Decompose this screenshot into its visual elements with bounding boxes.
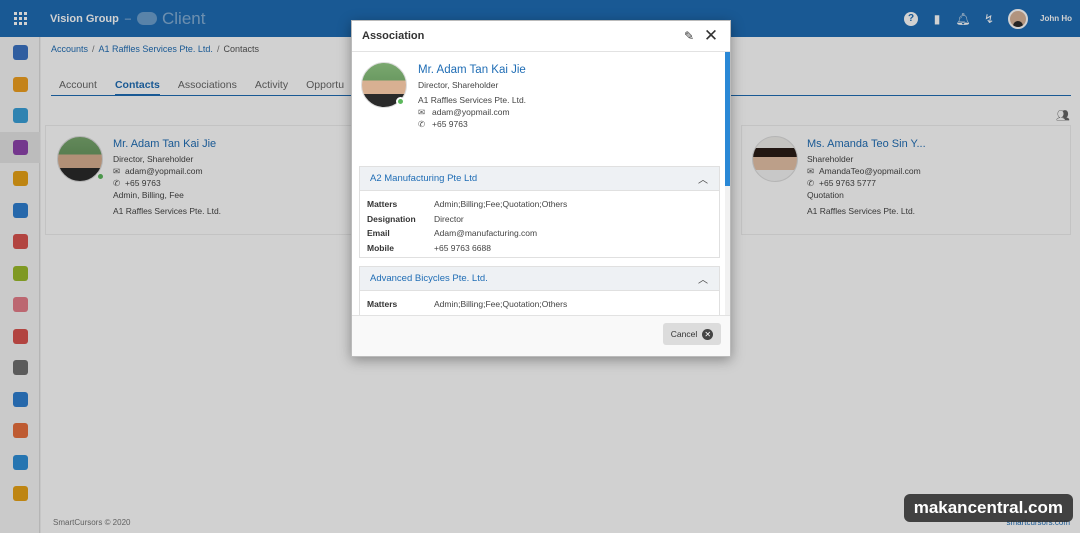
online-status-dot bbox=[396, 97, 405, 106]
association-section: Advanced Bicycles Pte. Ltd. ︿ Matters Adm… bbox=[359, 266, 720, 316]
association-dialog: Association ✎ ✕ Mr. Adam Tan Kai Jie Dir… bbox=[351, 20, 731, 357]
chevron-up-icon[interactable]: ︿ bbox=[697, 273, 709, 286]
email-icon: ✉ bbox=[418, 107, 426, 117]
cancel-label: Cancel bbox=[670, 329, 698, 339]
phone-icon: ✆ bbox=[418, 119, 426, 129]
contact-email-line: ✉ adam@yopmail.com bbox=[418, 107, 510, 118]
cancel-button[interactable]: Cancel ✕ bbox=[663, 323, 721, 345]
section-title[interactable]: A2 Manufacturing Pte Ltd bbox=[370, 173, 697, 184]
detail-row: Email Adam@manufacturing.com bbox=[360, 226, 719, 241]
close-circle-icon: ✕ bbox=[702, 328, 714, 340]
detail-value: Director bbox=[434, 213, 464, 224]
detail-row: Designation Director bbox=[360, 212, 719, 227]
detail-row: Matters Admin;Billing;Fee;Quotation;Other… bbox=[360, 297, 719, 312]
detail-row: Matters Admin;Billing;Fee;Quotation;Other… bbox=[360, 197, 719, 212]
dialog-title: Association bbox=[362, 30, 425, 42]
association-section: A2 Manufacturing Pte Ltd ︿ Matters Admin;… bbox=[359, 166, 720, 258]
dialog-footer: Cancel ✕ bbox=[352, 315, 730, 356]
section-header[interactable]: Advanced Bicycles Pte. Ltd. ︿ bbox=[360, 267, 719, 291]
scrollbar-thumb[interactable] bbox=[725, 52, 730, 186]
detail-key: Matters bbox=[367, 299, 398, 310]
detail-key: Email bbox=[367, 228, 390, 239]
dialog-header: Association ✎ ✕ bbox=[352, 21, 730, 52]
edit-pencil-icon[interactable]: ✎ bbox=[680, 27, 698, 45]
contact-phone[interactable]: +65 9763 bbox=[432, 119, 468, 129]
contact-name[interactable]: Mr. Adam Tan Kai Jie bbox=[418, 64, 526, 76]
detail-row: Mobile +65 9763 6688 bbox=[360, 241, 719, 256]
detail-key: Mobile bbox=[367, 242, 394, 253]
close-icon[interactable]: ✕ bbox=[702, 26, 720, 45]
chevron-up-icon[interactable]: ︿ bbox=[697, 173, 709, 186]
detail-value[interactable]: +65 9763 6688 bbox=[434, 243, 491, 253]
section-header[interactable]: A2 Manufacturing Pte Ltd ︿ bbox=[360, 167, 719, 191]
dialog-scrollbar[interactable] bbox=[725, 52, 730, 316]
watermark: makancentral.com bbox=[903, 494, 1073, 522]
detail-value: Admin;Billing;Fee;Quotation;Others bbox=[434, 299, 568, 310]
contact-email[interactable]: adam@yopmail.com bbox=[432, 107, 510, 117]
detail-value[interactable]: Adam@manufacturing.com bbox=[434, 228, 537, 238]
dialog-body: Mr. Adam Tan Kai Jie Director, Sharehold… bbox=[352, 52, 730, 316]
detail-key: Matters bbox=[367, 199, 398, 210]
contact-company: A1 Raffles Services Pte. Ltd. bbox=[418, 95, 527, 105]
section-title[interactable]: Advanced Bicycles Pte. Ltd. bbox=[370, 273, 697, 284]
contact-phone-line: ✆ +65 9763 bbox=[418, 119, 468, 130]
detail-value: Admin;Billing;Fee;Quotation;Others bbox=[434, 199, 568, 210]
detail-key: Designation bbox=[367, 213, 416, 224]
contact-role: Director, Shareholder bbox=[418, 80, 499, 90]
